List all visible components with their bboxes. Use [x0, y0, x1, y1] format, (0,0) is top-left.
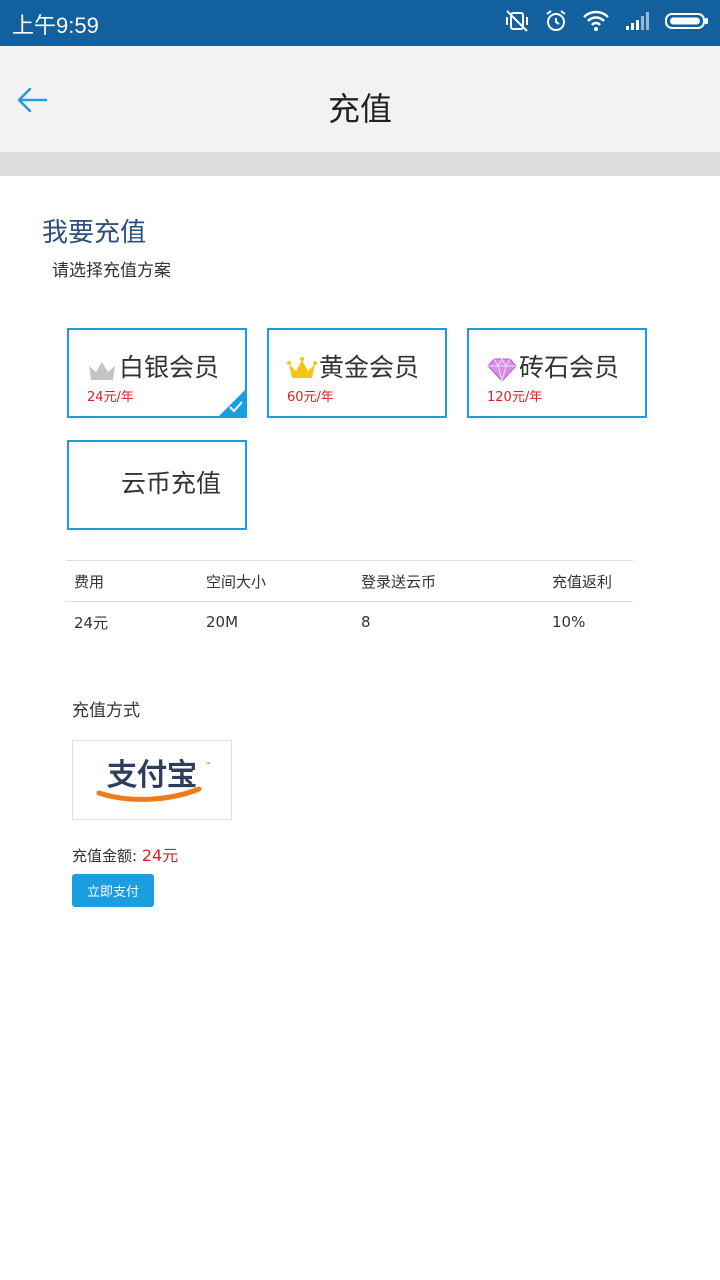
vibrate-off-icon	[506, 10, 528, 32]
payment-method-label: 充值方式	[72, 701, 140, 721]
silver-crown-icon	[89, 362, 115, 380]
diamond-icon	[487, 357, 517, 382]
table-header: 空间大小	[198, 560, 353, 602]
table-header: 登录送云币	[353, 560, 544, 602]
page-title: 充值	[327, 90, 392, 128]
app-bar: 充值	[0, 46, 720, 152]
plan-card-gold[interactable]: 黄金会员 60元/年	[267, 328, 447, 418]
plan-card-coins[interactable]: 云币充值	[67, 440, 247, 530]
status-icons	[504, 8, 710, 34]
plan-name: 云币充值	[121, 469, 222, 498]
status-time: 上午9:59	[12, 13, 99, 38]
amount-value: 24元	[141, 846, 179, 865]
table-cell: 24元	[74, 613, 109, 632]
section-title: 我要充值	[42, 218, 147, 248]
amount-label: 充值金额:	[72, 847, 138, 865]
plan-name: 砖石会员	[519, 353, 620, 382]
section-subtitle: 请选择充值方案	[52, 261, 171, 281]
alipay-logo-text: 支付宝	[107, 758, 197, 793]
payment-amount: 充值金额: 24元	[72, 842, 178, 866]
plan-price: 60元/年	[287, 390, 334, 405]
pay-now-button[interactable]: 立即支付	[72, 874, 154, 907]
table-cell: 10%	[552, 613, 586, 631]
plan-card-diamond[interactable]: 砖石会员 120元/年	[467, 328, 647, 418]
table-header: 充值返利	[544, 560, 633, 602]
alipay-logo: 支付宝 ™	[96, 758, 211, 802]
plan-price: 120元/年	[487, 390, 543, 405]
status-bar: 上午9:59	[0, 0, 720, 46]
table-header-row: 费用 空间大小 登录送云币 充值返利	[66, 560, 633, 602]
plan-name: 白银会员	[119, 353, 220, 382]
alarm-icon	[546, 10, 566, 31]
selected-check-icon	[219, 390, 245, 416]
table-row: 24元 20M 8 10%	[66, 602, 633, 643]
svg-text:™: ™	[205, 762, 211, 769]
battery-icon	[665, 13, 708, 29]
plan-info-table: 费用 空间大小 登录送云币 充值返利 24元 20M 8 10%	[66, 560, 633, 642]
table-cell: 20M	[206, 613, 239, 631]
table-header: 费用	[66, 560, 198, 602]
signal-icon	[626, 12, 649, 30]
alipay-option[interactable]: 支付宝 ™	[72, 740, 232, 820]
wifi-icon	[583, 10, 609, 31]
plan-card-silver[interactable]: 白银会员 24元/年	[67, 328, 247, 418]
plan-name: 黄金会员	[319, 353, 420, 382]
table-cell: 8	[361, 613, 371, 631]
gold-crown-icon	[287, 357, 317, 378]
plan-price: 24元/年	[87, 390, 134, 405]
header-divider	[0, 152, 720, 176]
